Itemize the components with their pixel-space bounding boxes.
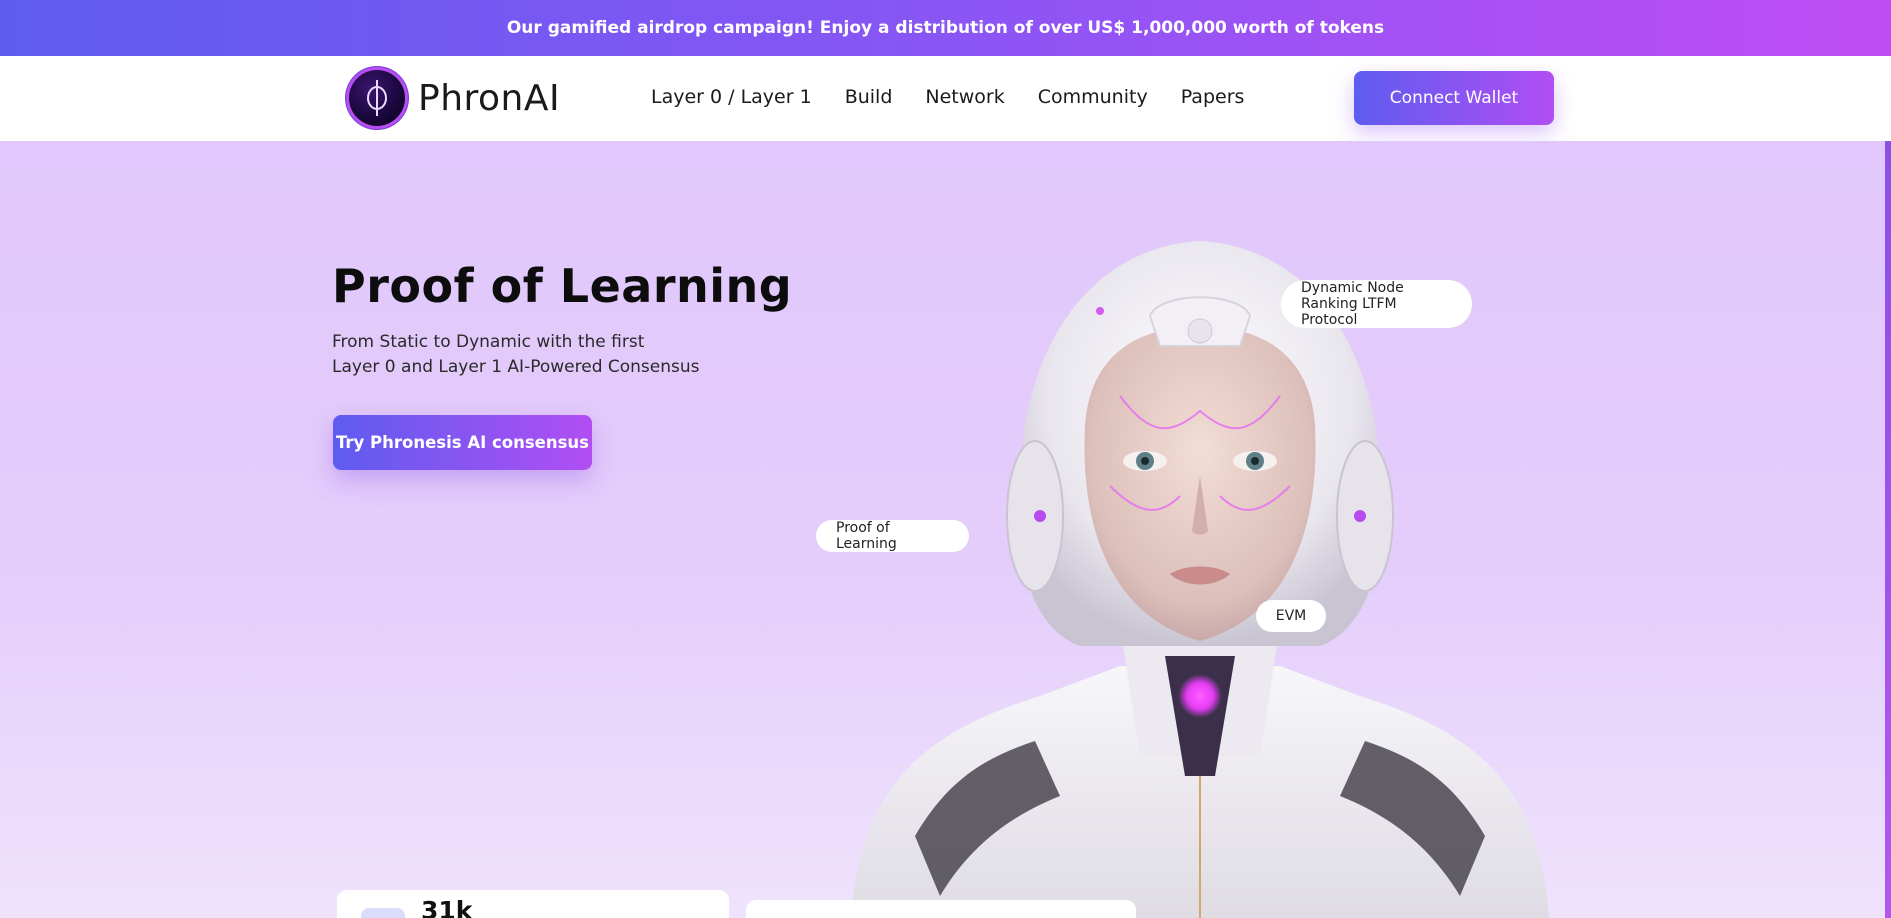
stat-card xyxy=(746,900,1136,918)
brand-logo[interactable]: PhronAI xyxy=(346,66,560,130)
hero-section: Proof of Learning From Static to Dynamic… xyxy=(0,141,1891,918)
try-consensus-button[interactable]: Try Phronesis AI consensus xyxy=(333,415,592,470)
pill-dynamic-node-line-1: Dynamic Node xyxy=(1301,280,1404,296)
nav-item-papers[interactable]: Papers xyxy=(1181,86,1245,108)
nav-item-network[interactable]: Network xyxy=(925,86,1004,108)
top-navbar: PhronAI Layer 0 / Layer 1 Build Network … xyxy=(0,56,1891,141)
stat-icon xyxy=(361,908,405,918)
pill-evm: EVM xyxy=(1256,600,1326,632)
nav-item-layer[interactable]: Layer 0 / Layer 1 xyxy=(651,86,812,108)
connect-wallet-button[interactable]: Connect Wallet xyxy=(1354,71,1554,125)
stat-card: 31k xyxy=(337,890,729,918)
nav-item-community[interactable]: Community xyxy=(1038,86,1148,108)
promo-banner-text: Our gamified airdrop campaign! Enjoy a d… xyxy=(506,18,1385,38)
stat-value: 31k xyxy=(421,896,473,918)
hero-subtitle: From Static to Dynamic with the first La… xyxy=(332,330,752,380)
promo-banner[interactable]: Our gamified airdrop campaign! Enjoy a d… xyxy=(0,0,1891,56)
phi-symbol-icon xyxy=(346,67,408,129)
main-nav: Layer 0 / Layer 1 Build Network Communit… xyxy=(651,86,1277,108)
scrollbar[interactable] xyxy=(1885,141,1891,918)
nav-item-build[interactable]: Build xyxy=(845,86,893,108)
hero-subtitle-line-1: From Static to Dynamic with the first xyxy=(332,332,645,352)
hero-title: Proof of Learning xyxy=(332,259,793,313)
pill-dynamic-node-line-2: Ranking LTFM Protocol xyxy=(1301,296,1397,328)
pill-proof-of-learning: Proof of Learning xyxy=(816,520,969,552)
hero-subtitle-line-2: Layer 0 and Layer 1 AI-Powered Consensus xyxy=(332,357,700,377)
pill-dynamic-node: Dynamic Node Ranking LTFM Protocol xyxy=(1281,280,1472,328)
brand-name: PhronAI xyxy=(418,77,561,119)
